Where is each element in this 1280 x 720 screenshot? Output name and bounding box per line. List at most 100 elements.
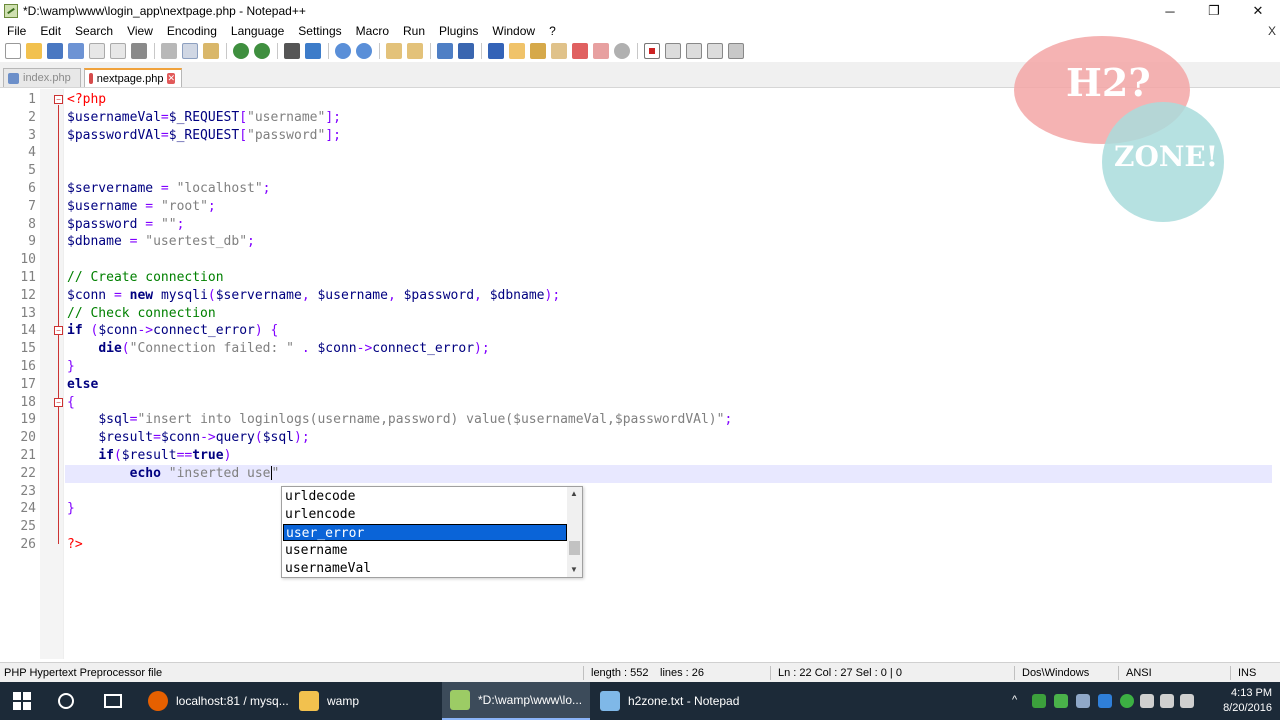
tab-nextpage-php[interactable]: nextpage.php ✕ xyxy=(84,68,182,87)
zoom-out-icon[interactable] xyxy=(356,43,372,59)
play-macro-icon[interactable] xyxy=(686,43,702,59)
code-line[interactable] xyxy=(65,251,1280,269)
autocomplete-popup[interactable]: urldecode urlencode user_error username … xyxy=(281,486,583,578)
doc-map-icon[interactable] xyxy=(530,43,546,59)
new-file-icon[interactable] xyxy=(5,43,21,59)
autocomplete-item-selected[interactable]: user_error xyxy=(283,524,567,541)
zoom-in-icon[interactable] xyxy=(335,43,351,59)
windows-start-icon[interactable] xyxy=(13,692,31,710)
menu-run[interactable]: Run xyxy=(396,22,432,40)
folder-workspace-icon[interactable] xyxy=(572,43,588,59)
udl-icon[interactable] xyxy=(509,43,525,59)
autocomplete-item[interactable]: username xyxy=(283,542,567,559)
task-view-icon[interactable] xyxy=(104,694,122,708)
autocomplete-item[interactable]: urlencode xyxy=(283,506,567,523)
fold-toggle-icon[interactable]: − xyxy=(54,95,63,104)
code-line[interactable]: { xyxy=(65,394,1280,412)
code-line[interactable]: } xyxy=(65,358,1280,376)
indent-guide-icon[interactable] xyxy=(488,43,504,59)
tab-close-icon[interactable]: ✕ xyxy=(167,73,175,84)
update-tray-icon[interactable] xyxy=(1054,694,1068,708)
redo-icon[interactable] xyxy=(254,43,270,59)
volume-icon[interactable] xyxy=(1160,694,1174,708)
undo-icon[interactable] xyxy=(233,43,249,59)
code-line[interactable] xyxy=(65,483,1280,501)
word-wrap-icon[interactable] xyxy=(437,43,453,59)
close-all-icon[interactable] xyxy=(110,43,126,59)
code-line[interactable]: } xyxy=(65,500,1280,518)
menu-file[interactable]: File xyxy=(0,22,33,40)
code-line[interactable]: echo "inserted use" xyxy=(65,464,1280,483)
autocomplete-item[interactable]: usernameVal xyxy=(283,560,567,577)
menu-settings[interactable]: Settings xyxy=(291,22,348,40)
tab-index-php[interactable]: index.php xyxy=(3,68,81,87)
keyboard-icon[interactable] xyxy=(1180,694,1194,708)
taskbar-item-wamp[interactable]: wamp xyxy=(291,682,441,720)
open-file-icon[interactable] xyxy=(26,43,42,59)
restore-button[interactable]: ❐ xyxy=(1192,0,1236,22)
code-line[interactable]: if ($conn->connect_error) { xyxy=(65,322,1280,340)
menu-view[interactable]: View xyxy=(120,22,160,40)
sync-h-icon[interactable] xyxy=(407,43,423,59)
app-tray-icon[interactable] xyxy=(1076,694,1090,708)
find-icon[interactable] xyxy=(284,43,300,59)
scroll-thumb[interactable] xyxy=(569,541,580,555)
save-macro-icon[interactable] xyxy=(728,43,744,59)
wamp-tray-icon[interactable] xyxy=(1032,694,1046,708)
show-all-chars-icon[interactable] xyxy=(458,43,474,59)
network-icon[interactable] xyxy=(1140,694,1154,708)
save-all-icon[interactable] xyxy=(68,43,84,59)
code-line[interactable]: die("Connection failed: " . $conn->conne… xyxy=(65,340,1280,358)
minimize-button[interactable]: ─ xyxy=(1148,0,1192,22)
sync-v-icon[interactable] xyxy=(386,43,402,59)
record-macro-icon[interactable] xyxy=(644,43,660,59)
run-macro-multiple-icon[interactable] xyxy=(707,43,723,59)
menu-window[interactable]: Window xyxy=(485,22,542,40)
status-tray-icon[interactable] xyxy=(1120,694,1134,708)
cut-icon[interactable] xyxy=(161,43,177,59)
monitor-icon[interactable] xyxy=(593,43,609,59)
copy-icon[interactable] xyxy=(182,43,198,59)
replace-icon[interactable] xyxy=(305,43,321,59)
taskbar-item-notepad[interactable]: h2zone.txt - Notepad xyxy=(592,682,742,720)
code-line[interactable]: $dbname = "usertest_db"; xyxy=(65,233,1280,251)
cortana-icon[interactable] xyxy=(58,693,74,709)
code-line[interactable]: $conn = new mysqli($servername, $usernam… xyxy=(65,287,1280,305)
autocomplete-item[interactable]: urldecode xyxy=(283,488,567,505)
paste-icon[interactable] xyxy=(203,43,219,59)
taskbar-item-notepadpp[interactable]: *D:\wamp\www\lo... xyxy=(442,682,590,720)
code-line[interactable] xyxy=(65,518,1280,536)
bluetooth-icon[interactable] xyxy=(1098,694,1112,708)
taskbar-item-firefox[interactable]: localhost:81 / mysq... xyxy=(140,682,290,720)
menu-encoding[interactable]: Encoding xyxy=(160,22,224,40)
fold-toggle-icon[interactable]: − xyxy=(54,326,63,336)
save-icon[interactable] xyxy=(47,43,63,59)
menu-language[interactable]: Language xyxy=(224,22,291,40)
fold-margin[interactable] xyxy=(40,89,64,659)
code-line[interactable]: // Create connection xyxy=(65,269,1280,287)
fold-toggle-icon[interactable]: − xyxy=(54,397,63,407)
close-window-button[interactable]: ✕ xyxy=(1236,0,1280,22)
menu-plugins[interactable]: Plugins xyxy=(432,22,485,40)
autocomplete-scrollbar[interactable]: ▲ ▼ xyxy=(567,487,582,577)
menu-edit[interactable]: Edit xyxy=(33,22,68,40)
code-line[interactable]: if($result==true) xyxy=(65,447,1280,465)
code-line[interactable]: else xyxy=(65,376,1280,394)
close-icon[interactable] xyxy=(89,43,105,59)
vertical-scrollbar[interactable] xyxy=(1272,89,1280,697)
print-icon[interactable] xyxy=(131,43,147,59)
menu-search[interactable]: Search xyxy=(68,22,120,40)
stop-record-icon[interactable] xyxy=(665,43,681,59)
clock[interactable]: 4:13 PM 8/20/2016 xyxy=(1223,686,1272,716)
menu-macro[interactable]: Macro xyxy=(349,22,396,40)
code-line[interactable]: // Check connection xyxy=(65,305,1280,323)
scroll-down-icon[interactable]: ▼ xyxy=(570,565,578,574)
menu-help[interactable]: ? xyxy=(542,22,563,40)
code-line[interactable]: $sql="insert into loginlogs(username,pas… xyxy=(65,411,1280,429)
code-line[interactable]: ?> xyxy=(65,536,1280,554)
eye-icon[interactable] xyxy=(614,43,630,59)
function-list-icon[interactable] xyxy=(551,43,567,59)
chevron-up-icon[interactable]: ^ xyxy=(1012,694,1026,708)
close-document-button[interactable]: X xyxy=(1268,24,1276,38)
scroll-up-icon[interactable]: ▲ xyxy=(570,489,578,498)
